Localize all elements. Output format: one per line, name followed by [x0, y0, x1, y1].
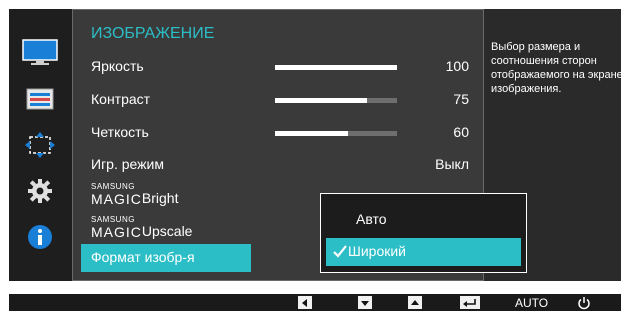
monitor-icon[interactable] [21, 39, 59, 67]
menu-title: ИЗОБРАЖЕНИЕ [91, 25, 215, 42]
item-label: Четкость [91, 124, 149, 140]
item-label: Контраст [91, 91, 151, 107]
menu-item-sharpness[interactable]: Четкость 60 [91, 119, 475, 147]
menu-panel: ИЗОБРАЖЕНИЕ Яркость 100 Контраст 75 Четк… [72, 9, 527, 281]
samsung-magic-logo: SAMSUNG MAGIC [91, 215, 142, 240]
auto-button[interactable]: AUTO [515, 295, 548, 310]
option-auto[interactable]: Авто [326, 206, 521, 234]
left-arrow-icon[interactable] [298, 295, 312, 310]
power-icon[interactable] [577, 295, 591, 310]
enter-icon[interactable] [460, 295, 480, 310]
item-label: Игр. режим [91, 156, 164, 172]
sidebar [9, 9, 72, 281]
option-wide[interactable]: Широкий [326, 238, 521, 266]
item-label: Upscale [141, 223, 193, 239]
menu-item-brightness[interactable]: Яркость 100 [91, 53, 475, 81]
item-label: Формат изобр-я [91, 249, 195, 265]
item-value: 60 [453, 124, 469, 140]
magic-upscale-label: SAMSUNG MAGIC Upscale [91, 215, 192, 239]
option-label: Широкий [348, 243, 406, 259]
item-label: Bright [141, 190, 179, 206]
up-arrow-icon[interactable] [408, 295, 422, 310]
gear-icon[interactable] [21, 177, 59, 205]
button-guide-bar: AUTO [9, 294, 621, 311]
menu-item-contrast[interactable]: Контраст 75 [91, 86, 475, 114]
option-label: Авто [356, 211, 387, 227]
slider-fill [275, 98, 367, 103]
osd-menu: ИЗОБРАЖЕНИЕ Яркость 100 Контраст 75 Четк… [9, 9, 621, 281]
magic-bright-label: SAMSUNG MAGIC Bright [91, 182, 178, 206]
down-arrow-icon[interactable] [358, 295, 372, 310]
samsung-magic-logo: SAMSUNG MAGIC [91, 182, 142, 207]
auto-label: AUTO [515, 295, 549, 310]
sharpness-slider[interactable] [275, 131, 397, 136]
item-value: 75 [453, 91, 469, 107]
item-label: Яркость [91, 58, 144, 74]
item-value: 100 [445, 58, 469, 74]
slider-fill [275, 131, 349, 136]
checkmark-icon [332, 242, 348, 263]
settings-list-icon[interactable] [21, 85, 59, 113]
size-position-icon[interactable] [21, 131, 59, 159]
info-icon[interactable] [21, 223, 59, 251]
menu-item-game-mode[interactable]: Игр. режим Выкл [91, 151, 475, 179]
item-value: Выкл [435, 156, 469, 172]
brightness-slider[interactable] [275, 65, 397, 70]
menu-item-picture-size[interactable]: Формат изобр-я [81, 244, 251, 272]
contrast-slider[interactable] [275, 98, 397, 103]
help-description: Выбор размера и соотношения сторон отобр… [491, 41, 621, 95]
picture-size-dropdown: Авто Широкий [320, 193, 527, 273]
slider-fill [275, 65, 397, 70]
